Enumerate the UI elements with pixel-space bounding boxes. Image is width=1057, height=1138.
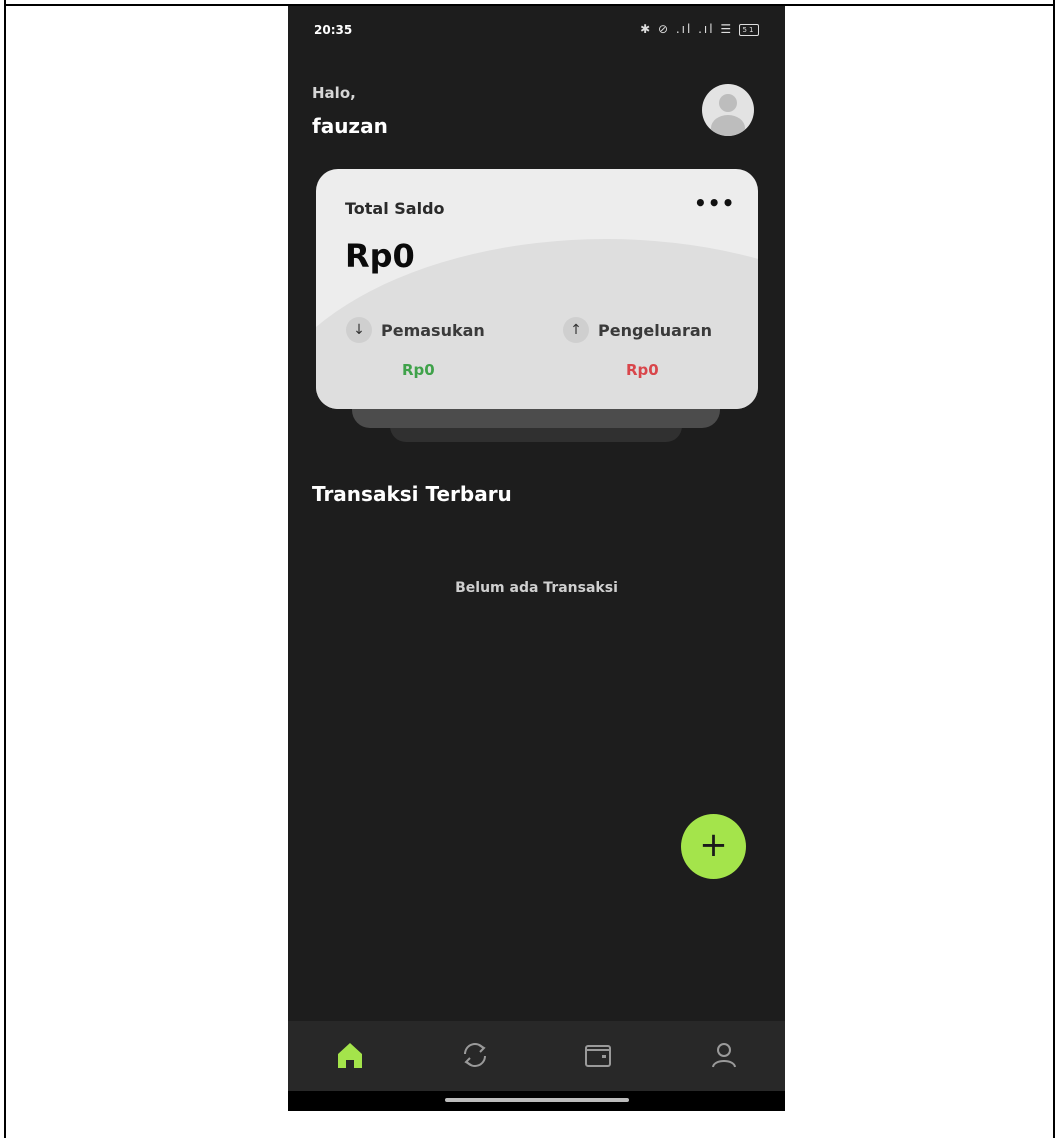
wallet-icon	[585, 1045, 611, 1067]
add-transaction-button[interactable]: +	[681, 814, 746, 879]
home-icon	[338, 1043, 362, 1068]
balance-card[interactable]: Total Saldo ••• Rp0 ↓ Pemasukan Rp0 ↑ Pe…	[316, 169, 758, 409]
frame-border-right	[1053, 0, 1055, 1138]
status-icons: ✱ ⊘ .ıl .ıl ☰ 51	[640, 22, 759, 36]
balance-label: Total Saldo	[345, 199, 445, 218]
income-label: Pemasukan	[381, 320, 485, 340]
arrow-up-icon: ↑	[563, 317, 589, 343]
income-amount: Rp0	[402, 361, 435, 379]
battery-icon: 51	[739, 23, 759, 36]
greeting-text: Halo,	[312, 84, 356, 102]
income-summary: ↓ Pemasukan	[346, 317, 485, 343]
avatar-head-shape	[719, 94, 737, 112]
balance-total: Rp0	[345, 237, 415, 275]
expense-label: Pengeluaran	[598, 320, 713, 340]
nav-profile[interactable]	[704, 1035, 744, 1075]
status-bar: 20:35 ✱ ⊘ .ıl .ıl ☰ 51	[288, 6, 785, 56]
status-indicator-icons: ✱ ⊘ .ıl .ıl ☰	[640, 22, 734, 36]
nav-home[interactable]	[330, 1035, 370, 1075]
expense-amount: Rp0	[626, 361, 659, 379]
frame-border-left	[4, 0, 6, 1138]
sync-icon	[464, 1043, 486, 1067]
nav-wallet[interactable]	[578, 1035, 618, 1075]
bottom-navigation	[288, 1021, 785, 1091]
username: fauzan	[312, 114, 388, 138]
more-options-button[interactable]: •••	[694, 191, 735, 215]
home-indicator[interactable]	[445, 1098, 629, 1102]
transactions-title: Transaksi Terbaru	[312, 482, 512, 506]
nav-transactions[interactable]	[455, 1035, 495, 1075]
arrow-down-icon: ↓	[346, 317, 372, 343]
empty-transactions-text: Belum ada Transaksi	[455, 580, 618, 596]
avatar[interactable]	[702, 84, 754, 136]
status-time: 20:35	[314, 23, 353, 37]
profile-icon	[712, 1043, 736, 1068]
avatar-body-shape	[711, 115, 745, 136]
phone-screen: 20:35 ✱ ⊘ .ıl .ıl ☰ 51 Halo, fauzan Tota…	[288, 6, 785, 1111]
expense-summary: ↑ Pengeluaran	[563, 317, 712, 343]
